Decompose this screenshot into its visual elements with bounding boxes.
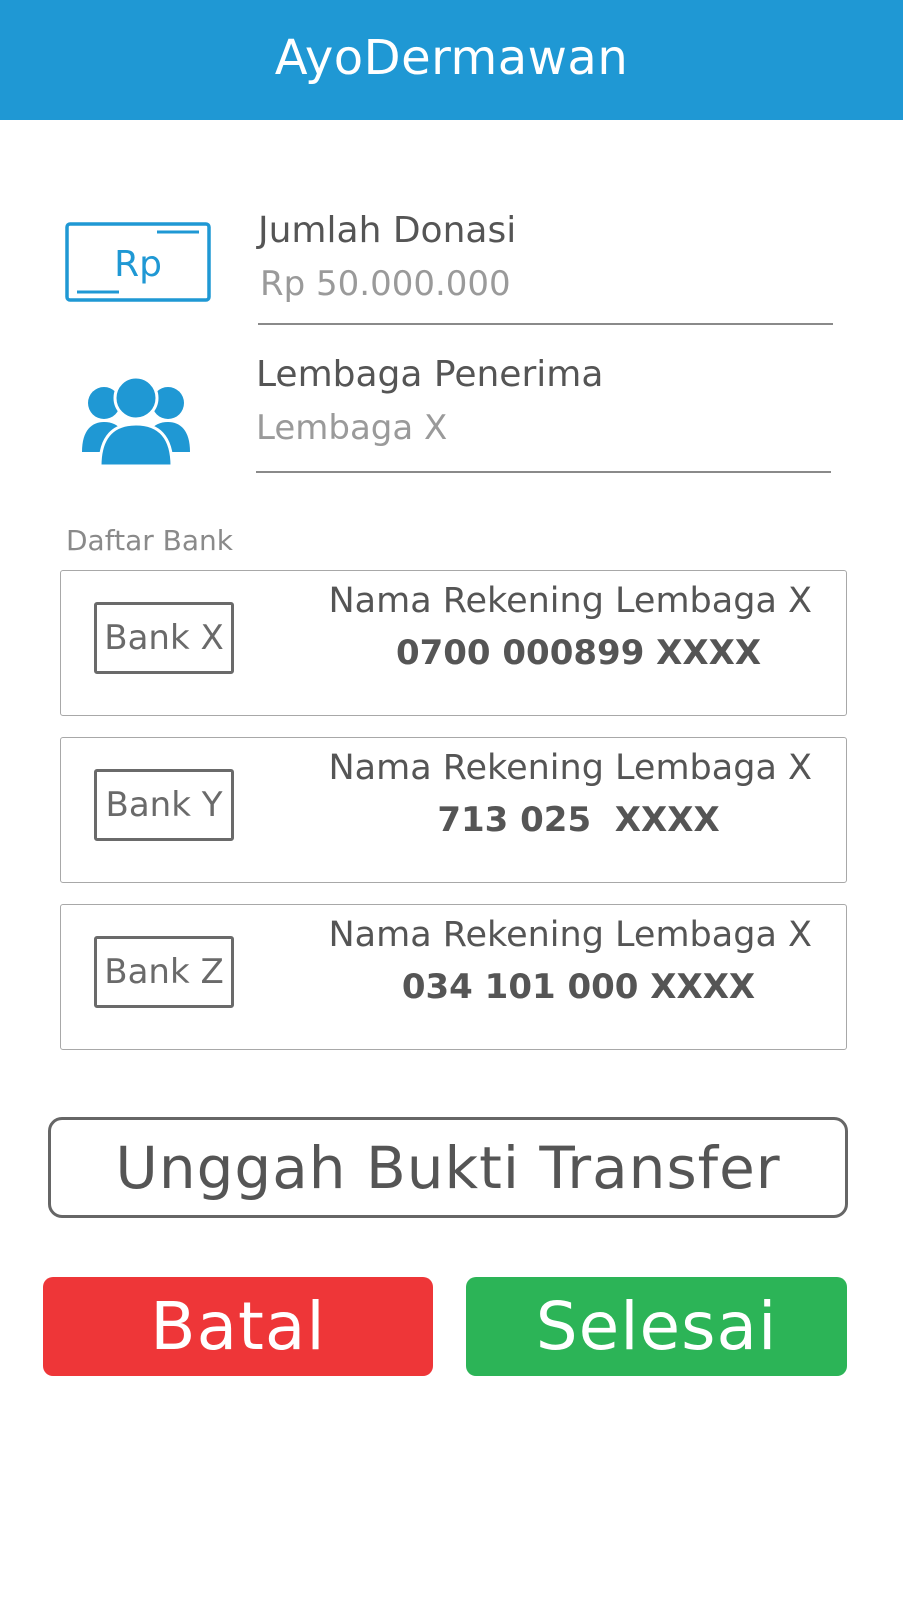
upload-proof-button[interactable]: Unggah Bukti Transfer (48, 1117, 848, 1218)
account-number: 0700 000899 XXXX (395, 633, 762, 673)
donation-amount-label: Jumlah Donasi (258, 210, 517, 251)
bank-card-z[interactable]: Bank Z Nama Rekening Lembaga X 034 101 0… (60, 904, 847, 1050)
recipient-label: Lembaga Penerima (256, 354, 604, 395)
svg-text:Rp: Rp (114, 244, 162, 285)
account-name: Nama Rekening Lembaga X (328, 748, 812, 788)
bank-list-label: Daftar Bank (66, 524, 233, 557)
donation-amount-input[interactable]: Rp 50.000.000 (260, 264, 511, 304)
app-title: AyoDermawan (274, 30, 629, 86)
recipient-input[interactable]: Lembaga X (256, 408, 447, 448)
money-bill-rp-icon: Rp (65, 222, 211, 304)
recipient-underline (256, 471, 831, 473)
bank-logo: Bank Y (94, 769, 234, 841)
done-button[interactable]: Selesai (466, 1277, 847, 1376)
account-name: Nama Rekening Lembaga X (328, 915, 812, 955)
donation-amount-underline (258, 323, 833, 325)
group-users-icon (78, 370, 194, 470)
cancel-button[interactable]: Batal (43, 1277, 433, 1376)
account-name: Nama Rekening Lembaga X (328, 581, 812, 621)
bank-logo: Bank X (94, 602, 234, 674)
account-number: 713 025 XXXX (437, 800, 720, 840)
account-number: 034 101 000 XXXX (401, 967, 756, 1007)
donation-amount-row: Rp Jumlah Donasi Rp 50.000.000 (0, 200, 903, 340)
recipient-row: Lembaga Penerima Lembaga X (0, 350, 903, 480)
bank-card-y[interactable]: Bank Y Nama Rekening Lembaga X 713 025 X… (60, 737, 847, 883)
app-header: AyoDermawan (0, 0, 903, 120)
bank-logo: Bank Z (94, 936, 234, 1008)
bank-card-x[interactable]: Bank X Nama Rekening Lembaga X 0700 0008… (60, 570, 847, 716)
